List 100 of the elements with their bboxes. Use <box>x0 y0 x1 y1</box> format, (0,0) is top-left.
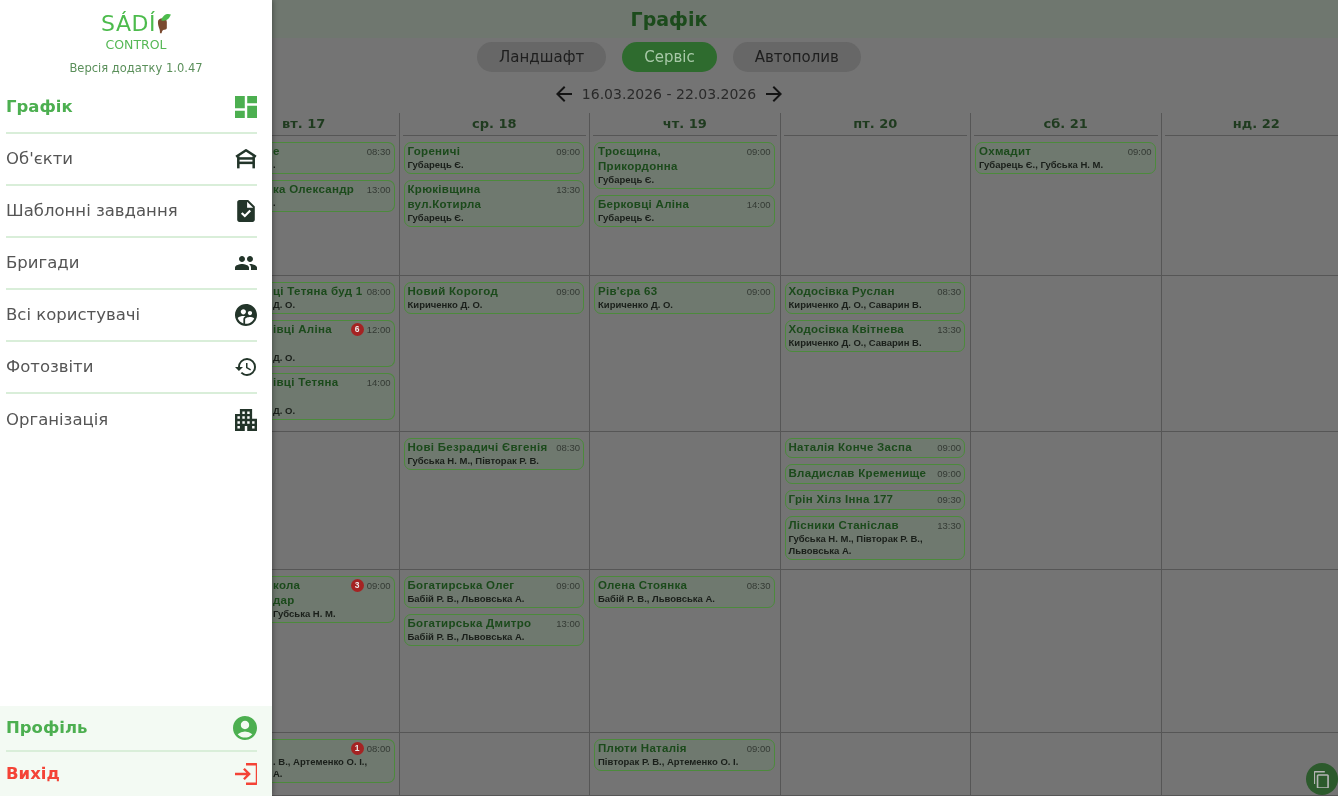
event-card[interactable]: Нові Безрадичі Євгенія 08:30 Губська Н. М., Півторак Р. В. <box>403 438 584 470</box>
event-card[interactable]: Плюти Наталія 09:00 Півторак Р. В., Артеменко О. І. <box>594 739 775 771</box>
event-card[interactable]: Новий Корогод 09:00 Кириченко Д. О. <box>403 282 584 314</box>
shed-icon <box>235 148 257 170</box>
event-title: Берковці Аліна <box>598 197 690 212</box>
event-title: е <box>273 144 280 159</box>
event-title: Наталія Конче Заспа <box>788 440 912 455</box>
event-title: Богатирська Дмитро <box>407 616 532 631</box>
day-header: чт. 19 <box>662 115 707 134</box>
event-time: 13:30 <box>937 323 961 336</box>
event-time: 09:00 <box>556 285 580 298</box>
event-title: івці Тетяна <box>273 375 339 390</box>
event-card[interactable]: Владислав Кременище 09:00 <box>784 464 965 484</box>
event-title: Ходосівка Руслан <box>788 284 895 299</box>
menu-item[interactable]: Графік <box>6 82 257 134</box>
event-title: Богатирська Олег <box>407 578 515 593</box>
event-card[interactable]: е 08:30 . <box>272 142 395 174</box>
event-card[interactable]: кола дар 3 09:00 Губська Н. М. <box>272 576 395 623</box>
event-time: 08:30 <box>366 145 391 158</box>
event-title: ка Олександр <box>273 182 355 197</box>
menu-item[interactable]: Бригади <box>6 238 257 290</box>
event-card[interactable]: 1 08:00 . В., Артеменко О. І., А. <box>272 739 395 783</box>
event-time: 09:00 <box>937 441 961 454</box>
event-card[interactable]: Наталія Конче Заспа 09:00 <box>784 438 965 458</box>
day-header: пт. 20 <box>853 115 898 134</box>
event-assignees: Губарець Є. <box>407 159 464 171</box>
event-assignees: Кириченко Д. О. <box>598 299 673 311</box>
event-card[interactable]: Гореничі 09:00 Губарець Є. <box>403 142 584 174</box>
logo-subtitle: CONTROL <box>105 38 167 52</box>
event-title: Троєщина, Прикордонна <box>598 144 678 174</box>
event-card[interactable]: івці Тетяна 14:00 Д. О. <box>272 373 395 420</box>
event-card[interactable]: Охмадит 09:00 Губарець Є., Губська Н. М. <box>975 142 1156 174</box>
event-assignees: Кириченко Д. О. <box>407 299 483 311</box>
buildings-icon <box>235 409 257 431</box>
event-assignees: . <box>273 197 276 209</box>
event-title: Грін Хілз Інна 177 <box>788 492 894 507</box>
event-card[interactable]: Лісники Станіслав 13:30 Губська Н. М., Півторак Р. В., Львовська А. <box>784 516 965 560</box>
event-assignees: Кириченко Д. О., Саварин В. <box>788 337 922 349</box>
event-title: Владислав Кременище <box>788 466 927 481</box>
event-title: Нові Безрадичі Євгенія <box>407 440 548 455</box>
event-card[interactable]: Грін Хілз Інна 177 09:30 <box>784 490 965 510</box>
event-assignees: Бабій Р. В., Львовська А. <box>407 631 525 643</box>
event-card[interactable]: Ходосівка Квітнева 13:30 Кириченко Д. О., Саварин В. <box>784 320 965 352</box>
event-card[interactable]: ці Тетяна буд 1 08:00 Д. О. <box>272 282 395 314</box>
week-range: 16.03.2026 - 22.03.2026 <box>581 84 757 104</box>
event-title: Лісники Станіслав <box>788 518 899 533</box>
copy-icon <box>1314 770 1330 788</box>
event-title: кола дар <box>273 578 301 608</box>
event-time: 08:00 <box>366 742 391 755</box>
menu-item[interactable]: Об'єкти <box>6 134 257 186</box>
menu-item[interactable]: Фотозвіти <box>6 342 257 394</box>
tab[interactable]: Сервіс <box>622 42 717 72</box>
copy-button[interactable] <box>1306 763 1338 795</box>
logo-wordmark: SÁDÍ <box>101 10 156 38</box>
event-assignees: Д. О. <box>273 299 296 311</box>
event-time: 09:00 <box>746 742 771 755</box>
event-time: 08:30 <box>746 579 771 592</box>
event-title: Плюти Наталія <box>598 741 687 756</box>
event-title: Ходосівка Квітнева <box>788 322 905 337</box>
event-title: Крюківщина вул.Котирла <box>407 182 482 212</box>
menu-item[interactable]: Профіль <box>6 706 257 752</box>
event-time: 14:00 <box>746 198 771 211</box>
day-header: вт. 17 <box>282 115 326 134</box>
event-assignees: Кириченко Д. О., Саварин В. <box>788 299 922 311</box>
next-week-button[interactable] <box>766 86 783 102</box>
tab[interactable]: Автополив <box>732 42 861 72</box>
event-card[interactable]: Богатирська Олег 09:00 Бабій Р. В., Львовська А. <box>403 576 584 608</box>
event-title: Охмадит <box>979 144 1032 159</box>
event-time: 12:00 <box>366 323 391 336</box>
event-card[interactable]: Крюківщина вул.Котирла 13:30 Губарець Є. <box>403 180 584 227</box>
day-header: нд. 22 <box>1232 115 1280 134</box>
day-header: сб. 21 <box>1043 115 1088 134</box>
event-card[interactable]: Берковці Аліна 14:00 Губарець Є. <box>594 195 775 227</box>
event-time: 09:30 <box>937 493 961 506</box>
event-assignees: Губарець Є. <box>407 212 464 224</box>
event-card[interactable]: Ходосівка Руслан 08:30 Кириченко Д. О., Саварин В. <box>784 282 965 314</box>
event-title: Олена Стоянка <box>598 578 688 593</box>
arrow-right-icon <box>766 86 783 102</box>
menu-item[interactable]: Вихід <box>6 752 257 796</box>
event-card[interactable]: Троєщина, Прикордонна 09:00 Губарець Є. <box>594 142 775 189</box>
event-card[interactable]: івці Аліна 6 12:00 Д. О. <box>272 320 395 367</box>
menu-item[interactable]: Організація <box>6 394 257 446</box>
event-time: 13:00 <box>366 183 391 196</box>
event-time: 13:30 <box>937 519 961 532</box>
event-assignees: Д. О. <box>273 352 296 364</box>
event-card[interactable]: ка Олександр 13:00 . <box>272 180 395 212</box>
tab[interactable]: Ландшафт <box>477 42 607 72</box>
event-card[interactable]: Рів'єра 63 09:00 Кириченко Д. О. <box>594 282 775 314</box>
event-time: 08:30 <box>556 441 580 454</box>
menu-item[interactable]: Шаблонні завдання <box>6 186 257 238</box>
event-title: івці Аліна <box>273 322 332 337</box>
previous-week-button[interactable] <box>555 86 572 102</box>
event-time: 09:00 <box>556 579 580 592</box>
event-time: 09:00 <box>366 579 391 592</box>
event-card[interactable]: Олена Стоянка 08:30 Бабій Р. В., Львовська А. <box>594 576 775 608</box>
event-time: 13:30 <box>556 183 580 196</box>
app-version: Версія додатку 1.0.47 <box>69 61 203 75</box>
event-card[interactable]: Богатирська Дмитро 13:00 Бабій Р. В., Львовська А. <box>403 614 584 646</box>
event-assignees: Губська Н. М. <box>273 608 336 620</box>
menu-item[interactable]: Всі користувачі <box>6 290 257 342</box>
